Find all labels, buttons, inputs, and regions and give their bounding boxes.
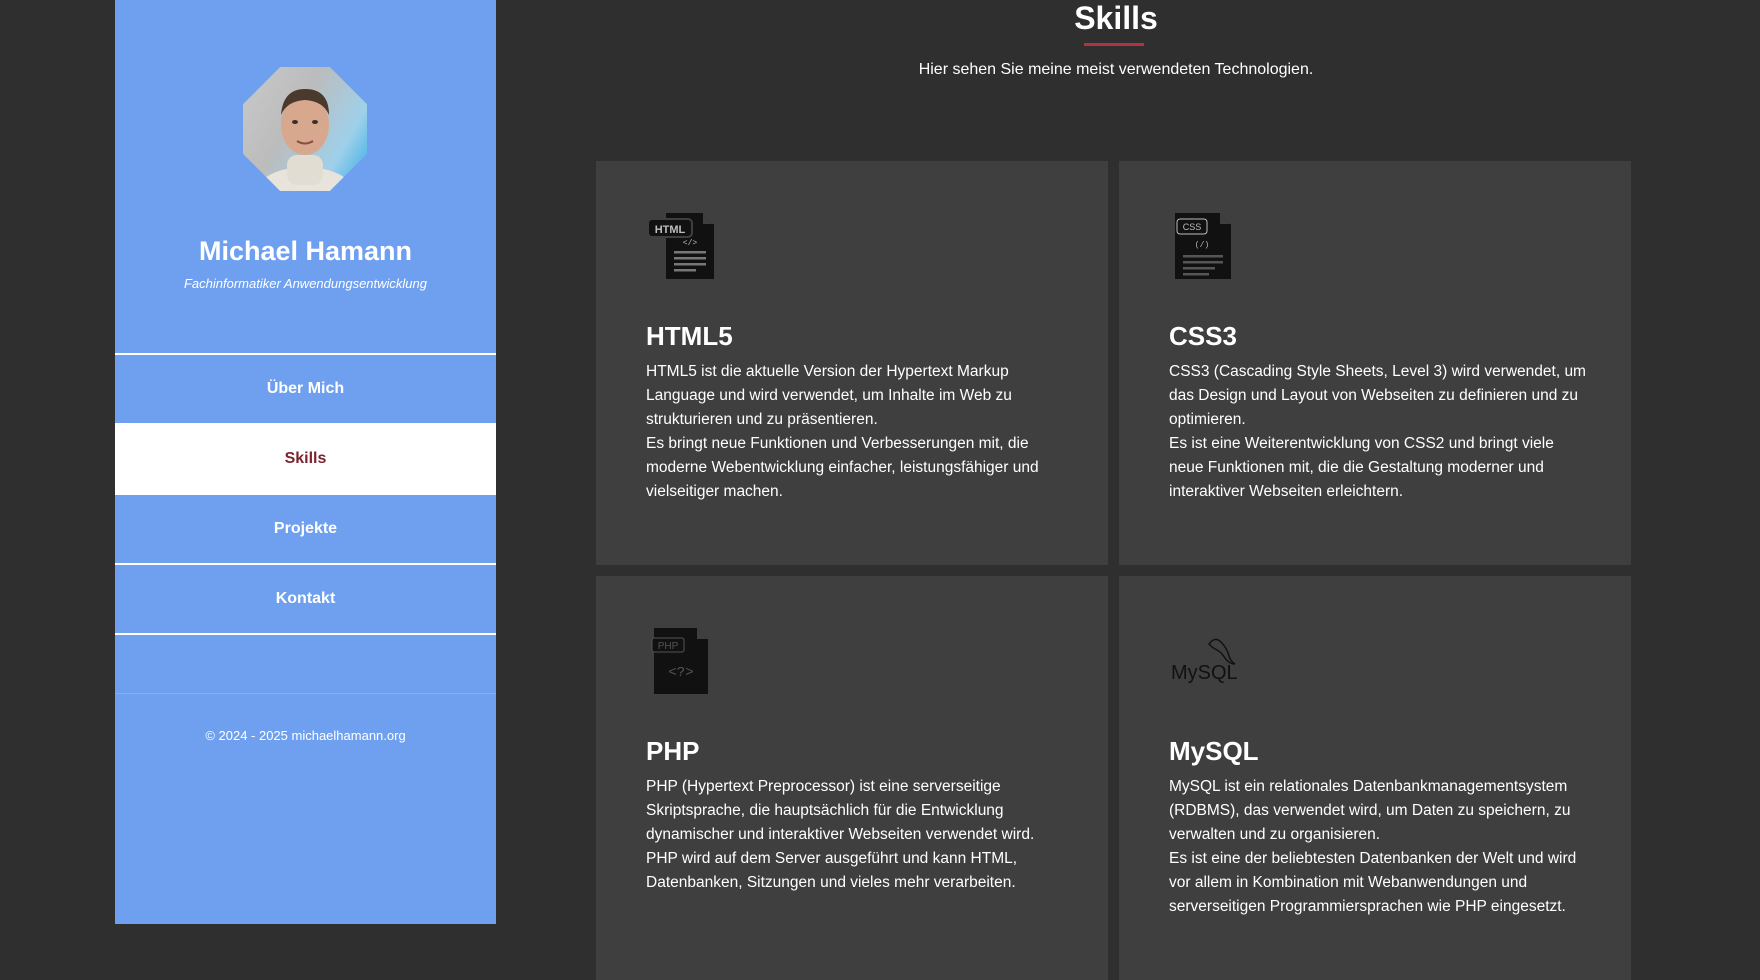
php-file-icon: PHP <?> [646, 626, 716, 696]
html-file-icon: HTML </> [646, 211, 716, 281]
page-subtitle: Hier sehen Sie meine meist verwendeten T… [918, 61, 1314, 78]
skill-paragraph: CSS3 (Cascading Style Sheets, Level 3) w… [1169, 363, 1586, 428]
svg-text:(/): (/) [1195, 241, 1209, 250]
skill-card-mysql: MySQL MySQL MySQL ist ein relationales D… [1119, 576, 1631, 980]
svg-text:PHP: PHP [658, 641, 679, 652]
nav-item-ueber-mich[interactable]: Über Mich [115, 353, 496, 423]
skill-title: CSS3 [1169, 321, 1237, 351]
svg-text:HTML: HTML [655, 224, 686, 236]
divider [115, 693, 496, 694]
profile-name: Michael Hamann [198, 236, 413, 266]
skill-card-css3: CSS (/) CSS3 CSS3 (Cascading Style Sheet… [1119, 161, 1631, 565]
skill-card-html5: HTML </> HTML5 HTML5 ist die aktuelle Ve… [596, 161, 1108, 565]
skill-paragraph: Es bringt neue Funktionen und Verbesseru… [646, 435, 1039, 500]
sidebar: Michael Hamann Fachinformatiker Anwendun… [115, 0, 496, 924]
skill-paragraph: PHP wird auf dem Server ausgeführt und k… [646, 850, 1018, 891]
profile-role: Fachinformatiker Anwendungsentwicklung [183, 276, 428, 291]
skill-title: HTML5 [646, 321, 733, 351]
title-underline [1084, 43, 1144, 46]
skill-paragraph: MySQL ist ein relationales Datenbankmana… [1169, 778, 1571, 843]
skill-paragraph: PHP (Hypertext Preprocessor) ist eine se… [646, 778, 1035, 843]
avatar [243, 67, 367, 191]
skill-title: MySQL [1169, 736, 1259, 766]
skill-card-php: PHP <?> PHP PHP (Hypertext Preprocessor)… [596, 576, 1108, 980]
skill-paragraph: Es ist eine Weiterentwicklung von CSS2 u… [1169, 435, 1554, 500]
svg-text:MySQL: MySQL [1171, 662, 1238, 684]
skill-paragraph: Es ist eine der beliebtesten Datenbanken… [1169, 850, 1577, 915]
svg-text:CSS: CSS [1183, 222, 1202, 232]
skill-description: PHP (Hypertext Preprocessor) ist eine se… [646, 775, 1064, 895]
main-nav: Über Mich Skills Projekte Kontakt [115, 353, 496, 635]
svg-text:</>: </> [683, 239, 698, 248]
nav-item-projekte[interactable]: Projekte [115, 493, 496, 563]
skill-paragraph: HTML5 ist die aktuelle Version der Hyper… [646, 363, 1012, 428]
svg-text:<?>: <?> [668, 665, 693, 681]
skill-description: HTML5 ist die aktuelle Version der Hyper… [646, 360, 1064, 504]
mysql-logo-icon: MySQL [1169, 626, 1239, 696]
page-title: Skills [1074, 0, 1158, 36]
css-file-icon: CSS (/) [1169, 211, 1239, 281]
skill-description: MySQL ist ein relationales Datenbankmana… [1169, 775, 1587, 919]
skill-description: CSS3 (Cascading Style Sheets, Level 3) w… [1169, 360, 1587, 504]
nav-item-skills[interactable]: Skills [115, 423, 496, 493]
nav-item-kontakt[interactable]: Kontakt [115, 563, 496, 635]
skill-title: PHP [646, 736, 700, 766]
copyright: © 2024 - 2025 michaelhamann.org [205, 728, 406, 743]
